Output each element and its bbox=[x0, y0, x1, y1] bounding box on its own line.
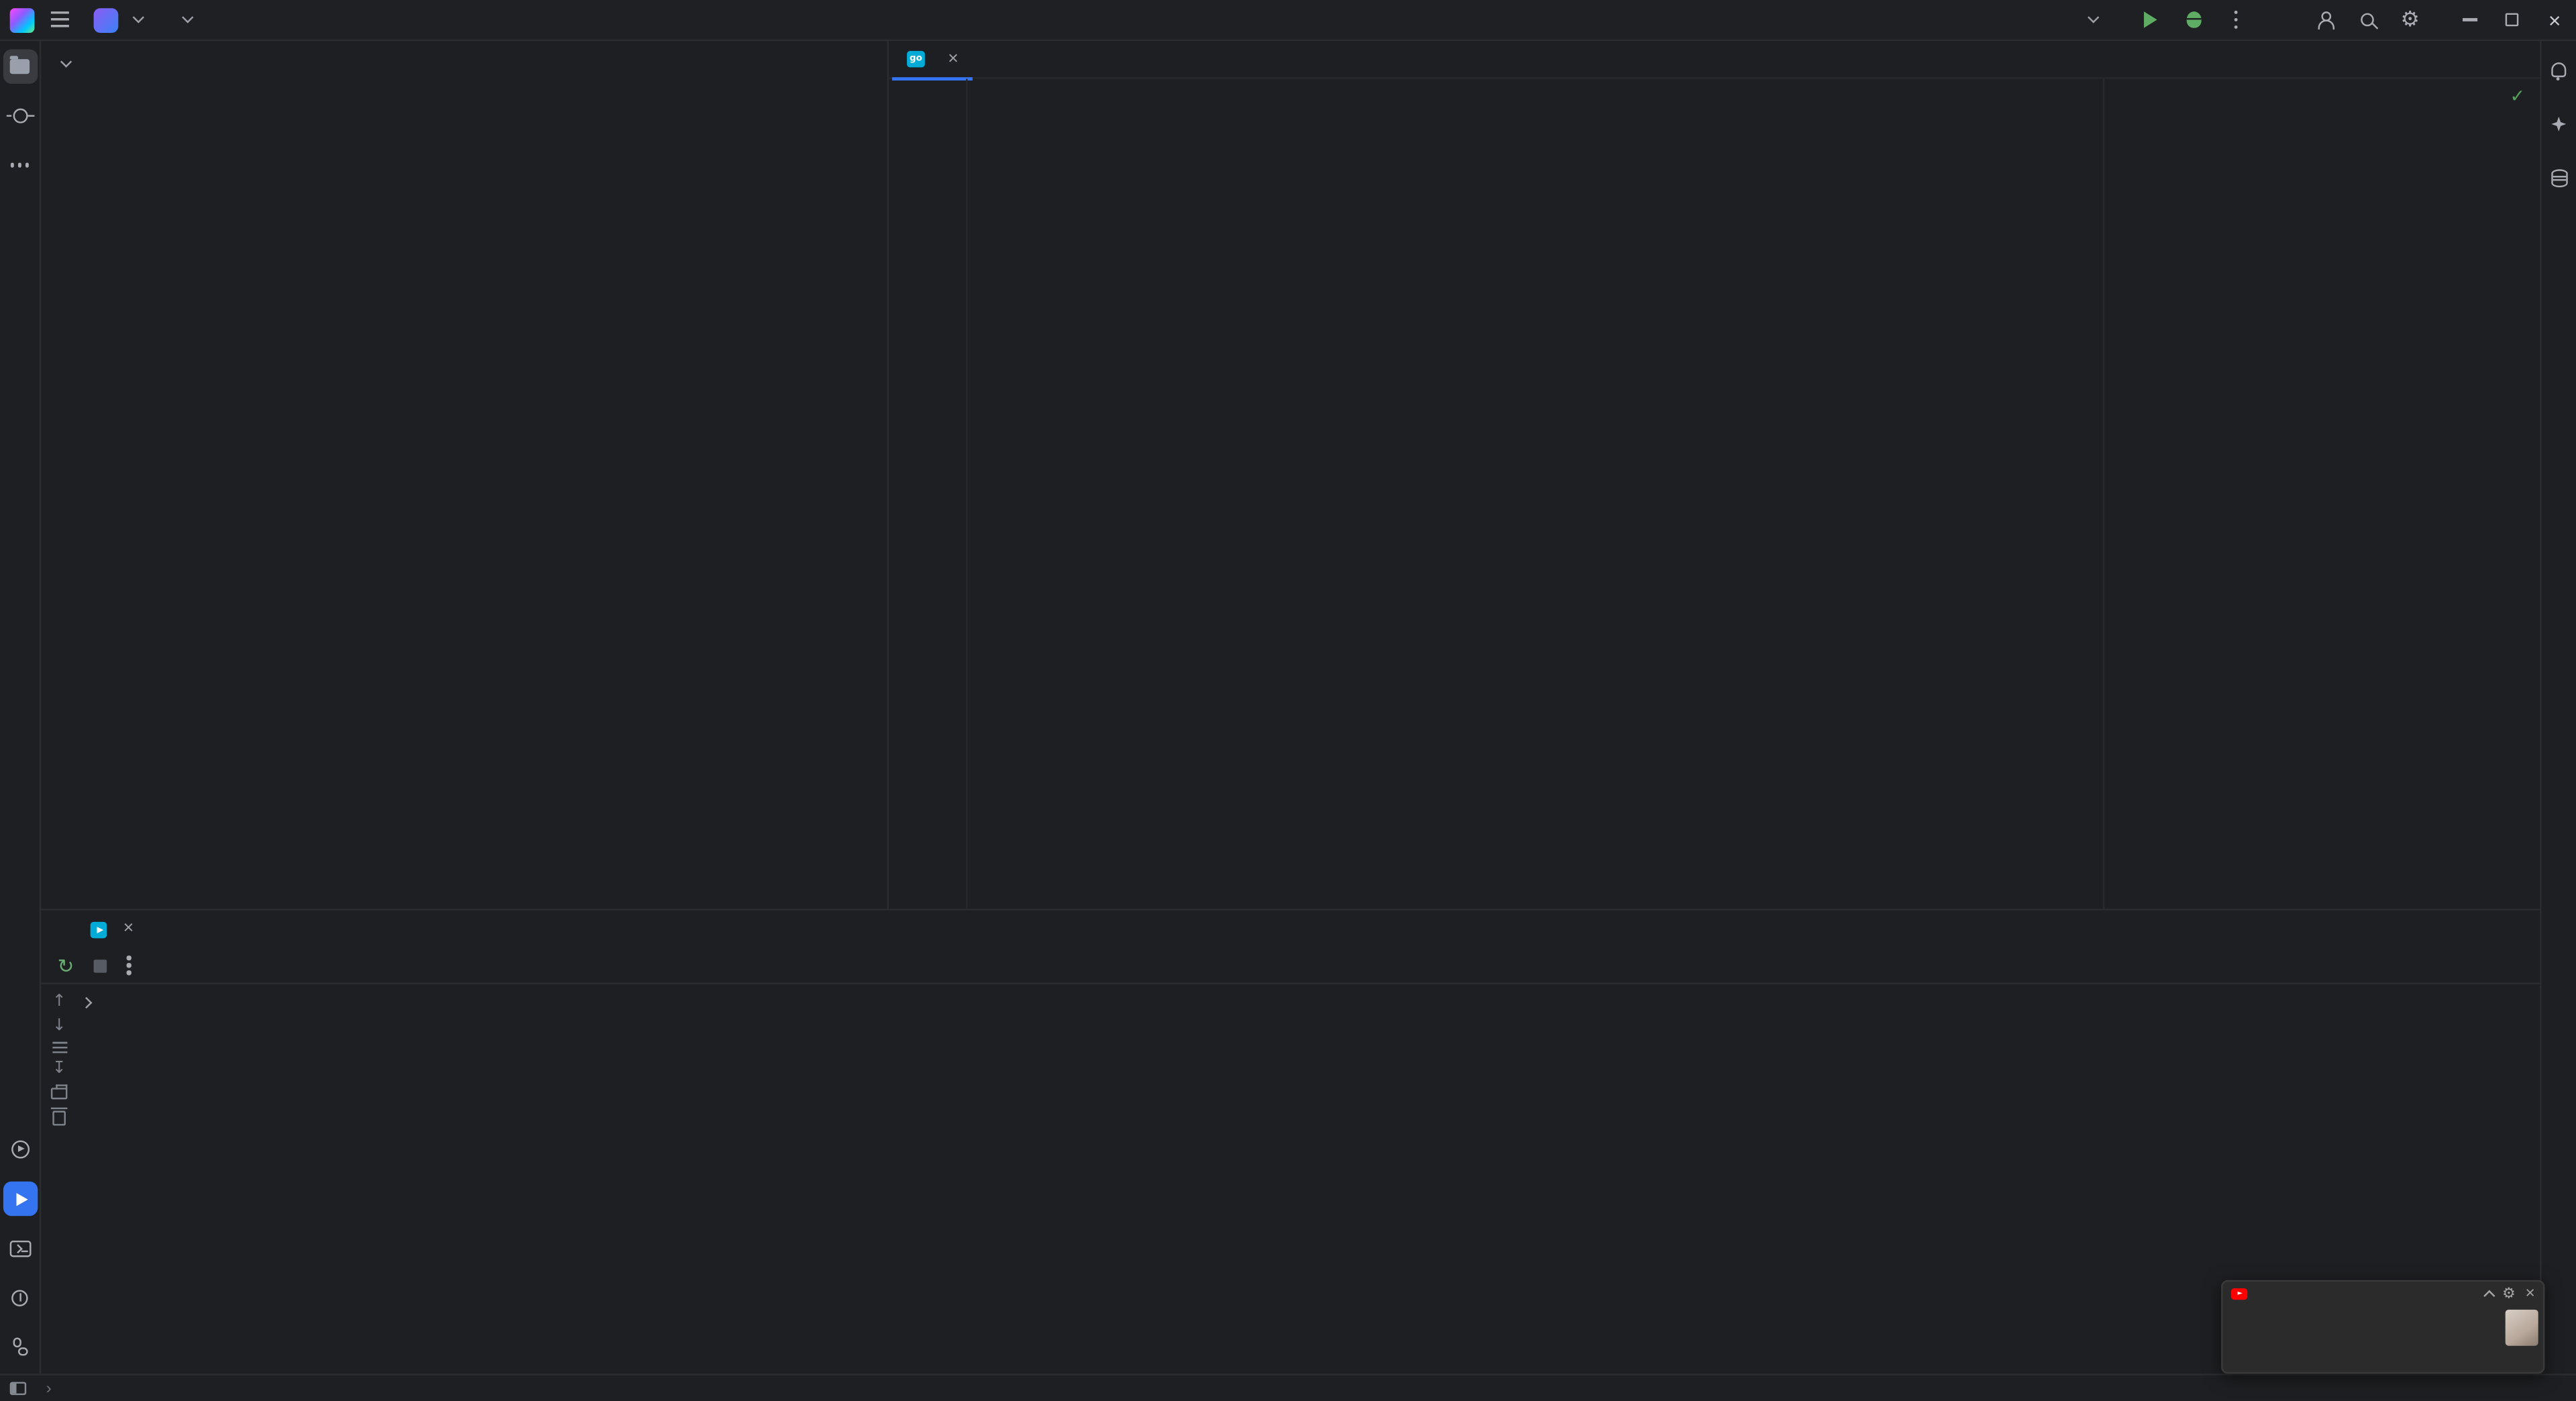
soft-wrap-icon[interactable] bbox=[52, 1041, 67, 1053]
layout-icon[interactable] bbox=[9, 1382, 27, 1396]
run-panel: × ↻ ↑ ↓ ↧ bbox=[41, 909, 2540, 1373]
chevron-down-icon bbox=[181, 11, 193, 23]
close-icon: × bbox=[2548, 7, 2561, 32]
tool-vcs-button[interactable] bbox=[3, 1329, 37, 1363]
endpoints-button[interactable] bbox=[2542, 215, 2576, 250]
settings-button[interactable]: ⚙ bbox=[2389, 0, 2432, 40]
maximize-button[interactable] bbox=[2491, 0, 2534, 40]
run-toolbar: ↻ bbox=[41, 948, 2540, 984]
media-notification-header: ⚙ × bbox=[2222, 1282, 2543, 1306]
database-button[interactable] bbox=[2542, 161, 2576, 195]
main-menu-icon[interactable] bbox=[50, 11, 69, 28]
left-tool-stripe bbox=[0, 41, 42, 1374]
close-icon[interactable]: × bbox=[123, 919, 134, 938]
tool-services-button[interactable] bbox=[3, 1132, 37, 1166]
right-tool-stripe bbox=[2540, 41, 2576, 1374]
breadcrumb-separator: › bbox=[46, 1379, 52, 1398]
console-toolbar: ↑ ↓ ↧ bbox=[41, 984, 77, 1373]
project-panel bbox=[41, 41, 889, 909]
down-arrow-icon[interactable]: ↓ bbox=[52, 1017, 66, 1034]
stop-icon[interactable] bbox=[93, 958, 107, 972]
run-config-icon bbox=[90, 921, 107, 938]
close-icon[interactable]: × bbox=[948, 49, 959, 68]
run-tab[interactable]: × bbox=[80, 911, 144, 948]
scroll-to-end-icon[interactable]: ↧ bbox=[52, 1060, 66, 1077]
search-everywhere-button[interactable] bbox=[2346, 0, 2389, 40]
title-bar: ⚙ × bbox=[0, 0, 2576, 42]
chevron-right-icon[interactable] bbox=[80, 997, 92, 1008]
project-avatar bbox=[93, 7, 119, 32]
ai-assistant-button[interactable] bbox=[2542, 107, 2576, 141]
database-icon bbox=[2551, 169, 2567, 188]
minimize-button[interactable] bbox=[2448, 0, 2491, 40]
close-button[interactable]: × bbox=[2533, 0, 2576, 40]
goland-window: ⚙ × go × ✓ × ↻ ↑ ↓ ↧ › ⚙ × bbox=[0, 0, 2576, 1401]
close-icon[interactable]: × bbox=[2525, 1285, 2534, 1303]
code-area[interactable]: ✓ bbox=[889, 79, 2540, 909]
console-output[interactable] bbox=[77, 984, 2540, 1373]
more-actions-button[interactable] bbox=[2214, 0, 2257, 40]
minimize-icon bbox=[2461, 18, 2477, 21]
run-panel-header: × bbox=[41, 911, 2540, 948]
gear-icon[interactable]: ⚙ bbox=[2502, 1286, 2516, 1302]
project-widget[interactable] bbox=[85, 4, 150, 36]
maximize-icon bbox=[2505, 13, 2519, 27]
more-vertical-icon[interactable] bbox=[126, 963, 131, 968]
up-arrow-icon[interactable]: ↑ bbox=[52, 993, 66, 1010]
print-icon[interactable] bbox=[50, 1084, 68, 1100]
user-icon bbox=[2316, 10, 2335, 29]
run-button[interactable] bbox=[2129, 0, 2172, 40]
tool-terminal-button[interactable] bbox=[3, 1231, 37, 1265]
ime-bar bbox=[2310, 1335, 2556, 1366]
branch-icon bbox=[11, 1337, 28, 1356]
go-file-icon: go bbox=[906, 50, 925, 68]
folder-icon bbox=[9, 56, 30, 74]
rerun-icon[interactable]: ↻ bbox=[58, 955, 74, 975]
play-icon bbox=[2143, 11, 2157, 28]
clear-console-icon[interactable] bbox=[51, 1107, 68, 1125]
vcs-widget[interactable] bbox=[167, 11, 199, 24]
youtube-icon bbox=[2231, 1288, 2248, 1300]
goland-logo-icon bbox=[9, 7, 35, 32]
bug-icon bbox=[2186, 11, 2201, 28]
editor: go × ✓ bbox=[888, 40, 2540, 909]
inspections-ok-icon[interactable]: ✓ bbox=[2510, 85, 2526, 107]
editor-tab-main-go[interactable]: go × bbox=[892, 40, 974, 80]
more-tool-windows-button[interactable] bbox=[3, 148, 37, 182]
services-icon bbox=[10, 1140, 29, 1159]
tool-run-button[interactable] bbox=[2, 1181, 38, 1216]
main-area: go × ✓ × ↻ ↑ ↓ ↧ bbox=[0, 40, 2576, 1374]
bell-icon bbox=[2551, 62, 2567, 81]
console-fold-line bbox=[77, 989, 2540, 1016]
terminal-icon bbox=[9, 1239, 31, 1257]
gutter-separator bbox=[966, 79, 968, 909]
more-horizontal-icon bbox=[17, 162, 22, 168]
tool-project-button[interactable] bbox=[2, 49, 38, 84]
commit-icon bbox=[5, 108, 34, 123]
gear-icon: ⚙ bbox=[2400, 7, 2420, 32]
project-panel-header[interactable] bbox=[41, 41, 887, 85]
problems-icon bbox=[11, 1289, 28, 1306]
right-margin-guide bbox=[2102, 79, 2105, 909]
sparkle-icon bbox=[2551, 116, 2567, 132]
chevron-down-icon bbox=[2087, 11, 2098, 23]
chevron-down-icon bbox=[60, 55, 72, 66]
media-notification-body[interactable] bbox=[2222, 1306, 2543, 1308]
code-with-me-button[interactable] bbox=[2303, 0, 2346, 40]
editor-tab-bar: go × bbox=[888, 40, 2540, 80]
notifications-button[interactable] bbox=[2542, 52, 2576, 87]
tool-commit-button[interactable] bbox=[3, 99, 37, 133]
chevron-up-icon[interactable] bbox=[2483, 1290, 2494, 1301]
search-icon bbox=[2361, 13, 2374, 27]
status-bar: › bbox=[0, 1373, 2576, 1401]
play-icon bbox=[15, 1192, 28, 1206]
chevron-down-icon bbox=[133, 11, 144, 23]
run-config-selector[interactable] bbox=[2069, 11, 2106, 24]
debug-button[interactable] bbox=[2172, 0, 2215, 40]
tool-problems-button[interactable] bbox=[3, 1280, 37, 1314]
more-vertical-icon bbox=[2233, 17, 2239, 22]
